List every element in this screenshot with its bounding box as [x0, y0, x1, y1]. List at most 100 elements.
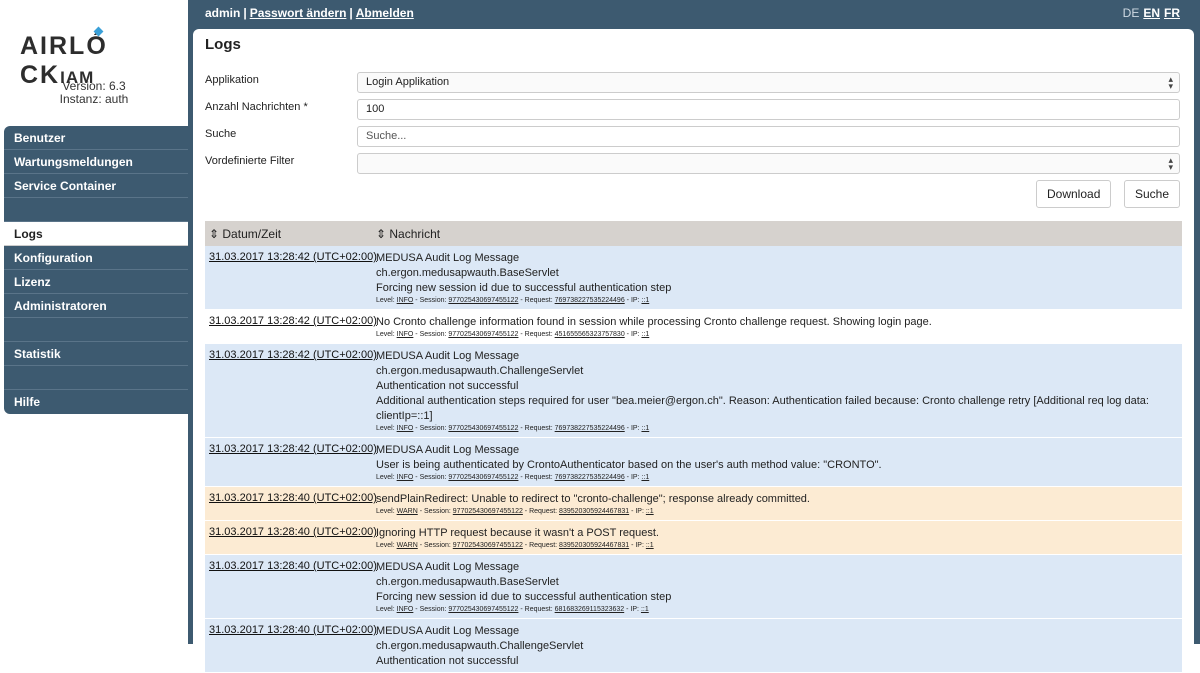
- meta-label: - IP:: [624, 297, 642, 304]
- meta-request-link[interactable]: 769738227535224496: [555, 425, 625, 432]
- meta-label: - IP:: [629, 508, 646, 515]
- meta-ip-link[interactable]: ::1: [641, 331, 649, 338]
- log-meta: Level: INFO - Session: 97702543069745512…: [376, 424, 1182, 434]
- log-message: sendPlainRedirect: Unable to redirect to…: [376, 487, 1182, 520]
- meta-level-link[interactable]: WARN: [397, 542, 418, 549]
- meta-session-link[interactable]: 977025430697455122: [448, 425, 518, 432]
- meta-session-link[interactable]: 977025430697455122: [448, 297, 518, 304]
- meta-ip-link[interactable]: ::1: [641, 606, 649, 613]
- log-meta: Level: INFO - Session: 97702543069745512…: [376, 605, 1182, 615]
- meta-level-link[interactable]: INFO: [397, 425, 414, 432]
- lang-fr[interactable]: FR: [1164, 6, 1180, 20]
- log-message: MEDUSA Audit Log Message ch.ergon.medusap…: [376, 619, 1182, 672]
- meta-request-link[interactable]: 681683269115323632: [555, 606, 625, 613]
- select-arrows-icon: ▴ ▾: [1168, 74, 1173, 91]
- log-message-line: Authentication not successful: [376, 380, 519, 392]
- meta-level-link[interactable]: INFO: [397, 606, 414, 613]
- log-message-line: sendPlainRedirect: Unable to redirect to…: [376, 493, 810, 505]
- log-message-line: MEDUSA Audit Log Message: [376, 444, 520, 456]
- search-input[interactable]: [366, 127, 1171, 146]
- log-meta: Level: INFO - Session: 97702543069745512…: [376, 473, 1182, 483]
- log-date-link[interactable]: 31.03.2017 13:28:42 (UTC+02:00): [209, 443, 377, 455]
- log-message-line: MEDUSA Audit Log Message: [376, 625, 520, 637]
- log-date-link[interactable]: 31.03.2017 13:28:42 (UTC+02:00): [209, 315, 377, 327]
- meta-request-link[interactable]: 451655565323757830: [555, 331, 625, 338]
- log-message-line: User is being authenticated by CrontoAut…: [376, 459, 882, 471]
- sidebar-item-logs[interactable]: Logs: [4, 222, 188, 246]
- lang-en[interactable]: EN: [1143, 6, 1160, 20]
- meta-label: - Request:: [522, 542, 560, 549]
- sidebar-nav: Benutzer Wartungsmeldungen Service Conta…: [0, 126, 188, 414]
- log-meta: Level: WARN - Session: 97702543069745512…: [376, 507, 1182, 517]
- sidebar-item-service-container[interactable]: Service Container: [4, 174, 188, 198]
- logout-link[interactable]: Abmelden: [356, 6, 414, 20]
- meta-label: Level:: [376, 331, 397, 338]
- meta-request-link[interactable]: 839520305924467831: [559, 542, 629, 549]
- meta-level-link[interactable]: INFO: [397, 297, 414, 304]
- airlock-logo: AIRLÓ CKIAM: [20, 26, 170, 89]
- sidebar-item-hilfe[interactable]: Hilfe: [4, 390, 188, 414]
- meta-label: - Session:: [417, 542, 453, 549]
- meta-label: Level:: [376, 606, 397, 613]
- meta-label: - Session:: [413, 606, 449, 613]
- log-message: No Cronto challenge information found in…: [376, 310, 1182, 343]
- search-button[interactable]: Suche: [1124, 180, 1180, 208]
- meta-level-link[interactable]: INFO: [397, 331, 414, 338]
- nav-spacer: [4, 198, 188, 222]
- meta-label: - Request:: [518, 474, 555, 481]
- log-message-line: Authentication not successful: [376, 655, 519, 667]
- filter-select[interactable]: ▴ ▾: [357, 153, 1180, 174]
- meta-session-link[interactable]: 977025430697455122: [448, 474, 518, 481]
- log-date-link[interactable]: 31.03.2017 13:28:42 (UTC+02:00): [209, 251, 377, 263]
- search-label: Suche: [205, 128, 237, 140]
- sidebar-item-konfiguration[interactable]: Konfiguration: [4, 246, 188, 270]
- meta-label: - Request:: [522, 508, 560, 515]
- meta-ip-link[interactable]: ::1: [646, 542, 654, 549]
- download-button[interactable]: Download: [1036, 180, 1111, 208]
- main-panel: Logs Applikation Login Applikation ▴ ▾ An…: [193, 29, 1194, 673]
- col-header-message[interactable]: ⇕ Nachricht: [376, 227, 440, 241]
- meta-level-link[interactable]: WARN: [397, 508, 418, 515]
- meta-request-link[interactable]: 839520305924467831: [559, 508, 629, 515]
- meta-session-link[interactable]: 977025430697455122: [448, 606, 518, 613]
- sidebar-item-lizenz[interactable]: Lizenz: [4, 270, 188, 294]
- log-message-line: MEDUSA Audit Log Message: [376, 561, 520, 573]
- log-date-link[interactable]: 31.03.2017 13:28:42 (UTC+02:00): [209, 349, 377, 361]
- meta-label: Level:: [376, 474, 397, 481]
- meta-session-link[interactable]: 977025430697455122: [453, 508, 523, 515]
- log-date-link[interactable]: 31.03.2017 13:28:40 (UTC+02:00): [209, 526, 377, 538]
- meta-request-link[interactable]: 769738227535224496: [555, 297, 625, 304]
- meta-label: Level:: [376, 542, 397, 549]
- table-row: 31.03.2017 13:28:40 (UTC+02:00) MEDUSA Au…: [205, 555, 1182, 619]
- count-field[interactable]: 100: [357, 99, 1180, 120]
- form-row-count: Anzahl Nachrichten * 100: [205, 99, 1180, 121]
- meta-level-link[interactable]: INFO: [397, 474, 414, 481]
- table-header: ⇕ Datum/Zeit ⇕ Nachricht: [205, 221, 1182, 246]
- sidebar: AIRLÓ CKIAM Version: 6.3 Instanz: auth Be…: [0, 0, 188, 644]
- application-select[interactable]: Login Applikation ▴ ▾: [357, 72, 1180, 93]
- log-date-link[interactable]: 31.03.2017 13:28:40 (UTC+02:00): [209, 624, 377, 636]
- meta-request-link[interactable]: 769738227535224496: [555, 474, 625, 481]
- meta-session-link[interactable]: 977025430697455122: [448, 331, 518, 338]
- sidebar-item-wartungsmeldungen[interactable]: Wartungsmeldungen: [4, 150, 188, 174]
- sidebar-item-benutzer[interactable]: Benutzer: [4, 126, 188, 150]
- sidebar-item-administratoren[interactable]: Administratoren: [4, 294, 188, 318]
- log-message: MEDUSA Audit Log Message ch.ergon.medusap…: [376, 246, 1182, 309]
- log-date-link[interactable]: 31.03.2017 13:28:40 (UTC+02:00): [209, 492, 377, 504]
- change-password-link[interactable]: Passwort ändern: [250, 6, 347, 20]
- meta-ip-link[interactable]: ::1: [641, 474, 649, 481]
- meta-session-link[interactable]: 977025430697455122: [453, 542, 523, 549]
- meta-ip-link[interactable]: ::1: [641, 297, 649, 304]
- lang-de[interactable]: DE: [1123, 6, 1140, 20]
- meta-label: - IP:: [624, 606, 641, 613]
- meta-label: Level:: [376, 508, 397, 515]
- meta-ip-link[interactable]: ::1: [641, 425, 649, 432]
- nav-spacer: [4, 366, 188, 390]
- log-table: ⇕ Datum/Zeit ⇕ Nachricht 31.03.2017 13:2…: [205, 221, 1182, 673]
- col-header-date[interactable]: ⇕ Datum/Zeit: [209, 227, 281, 241]
- meta-ip-link[interactable]: ::1: [646, 508, 654, 515]
- sidebar-item-statistik[interactable]: Statistik: [4, 342, 188, 366]
- instance-label: Instanz: auth: [59, 92, 129, 106]
- log-date-link[interactable]: 31.03.2017 13:28:40 (UTC+02:00): [209, 560, 377, 572]
- select-arrows-icon: ▴ ▾: [1168, 155, 1173, 172]
